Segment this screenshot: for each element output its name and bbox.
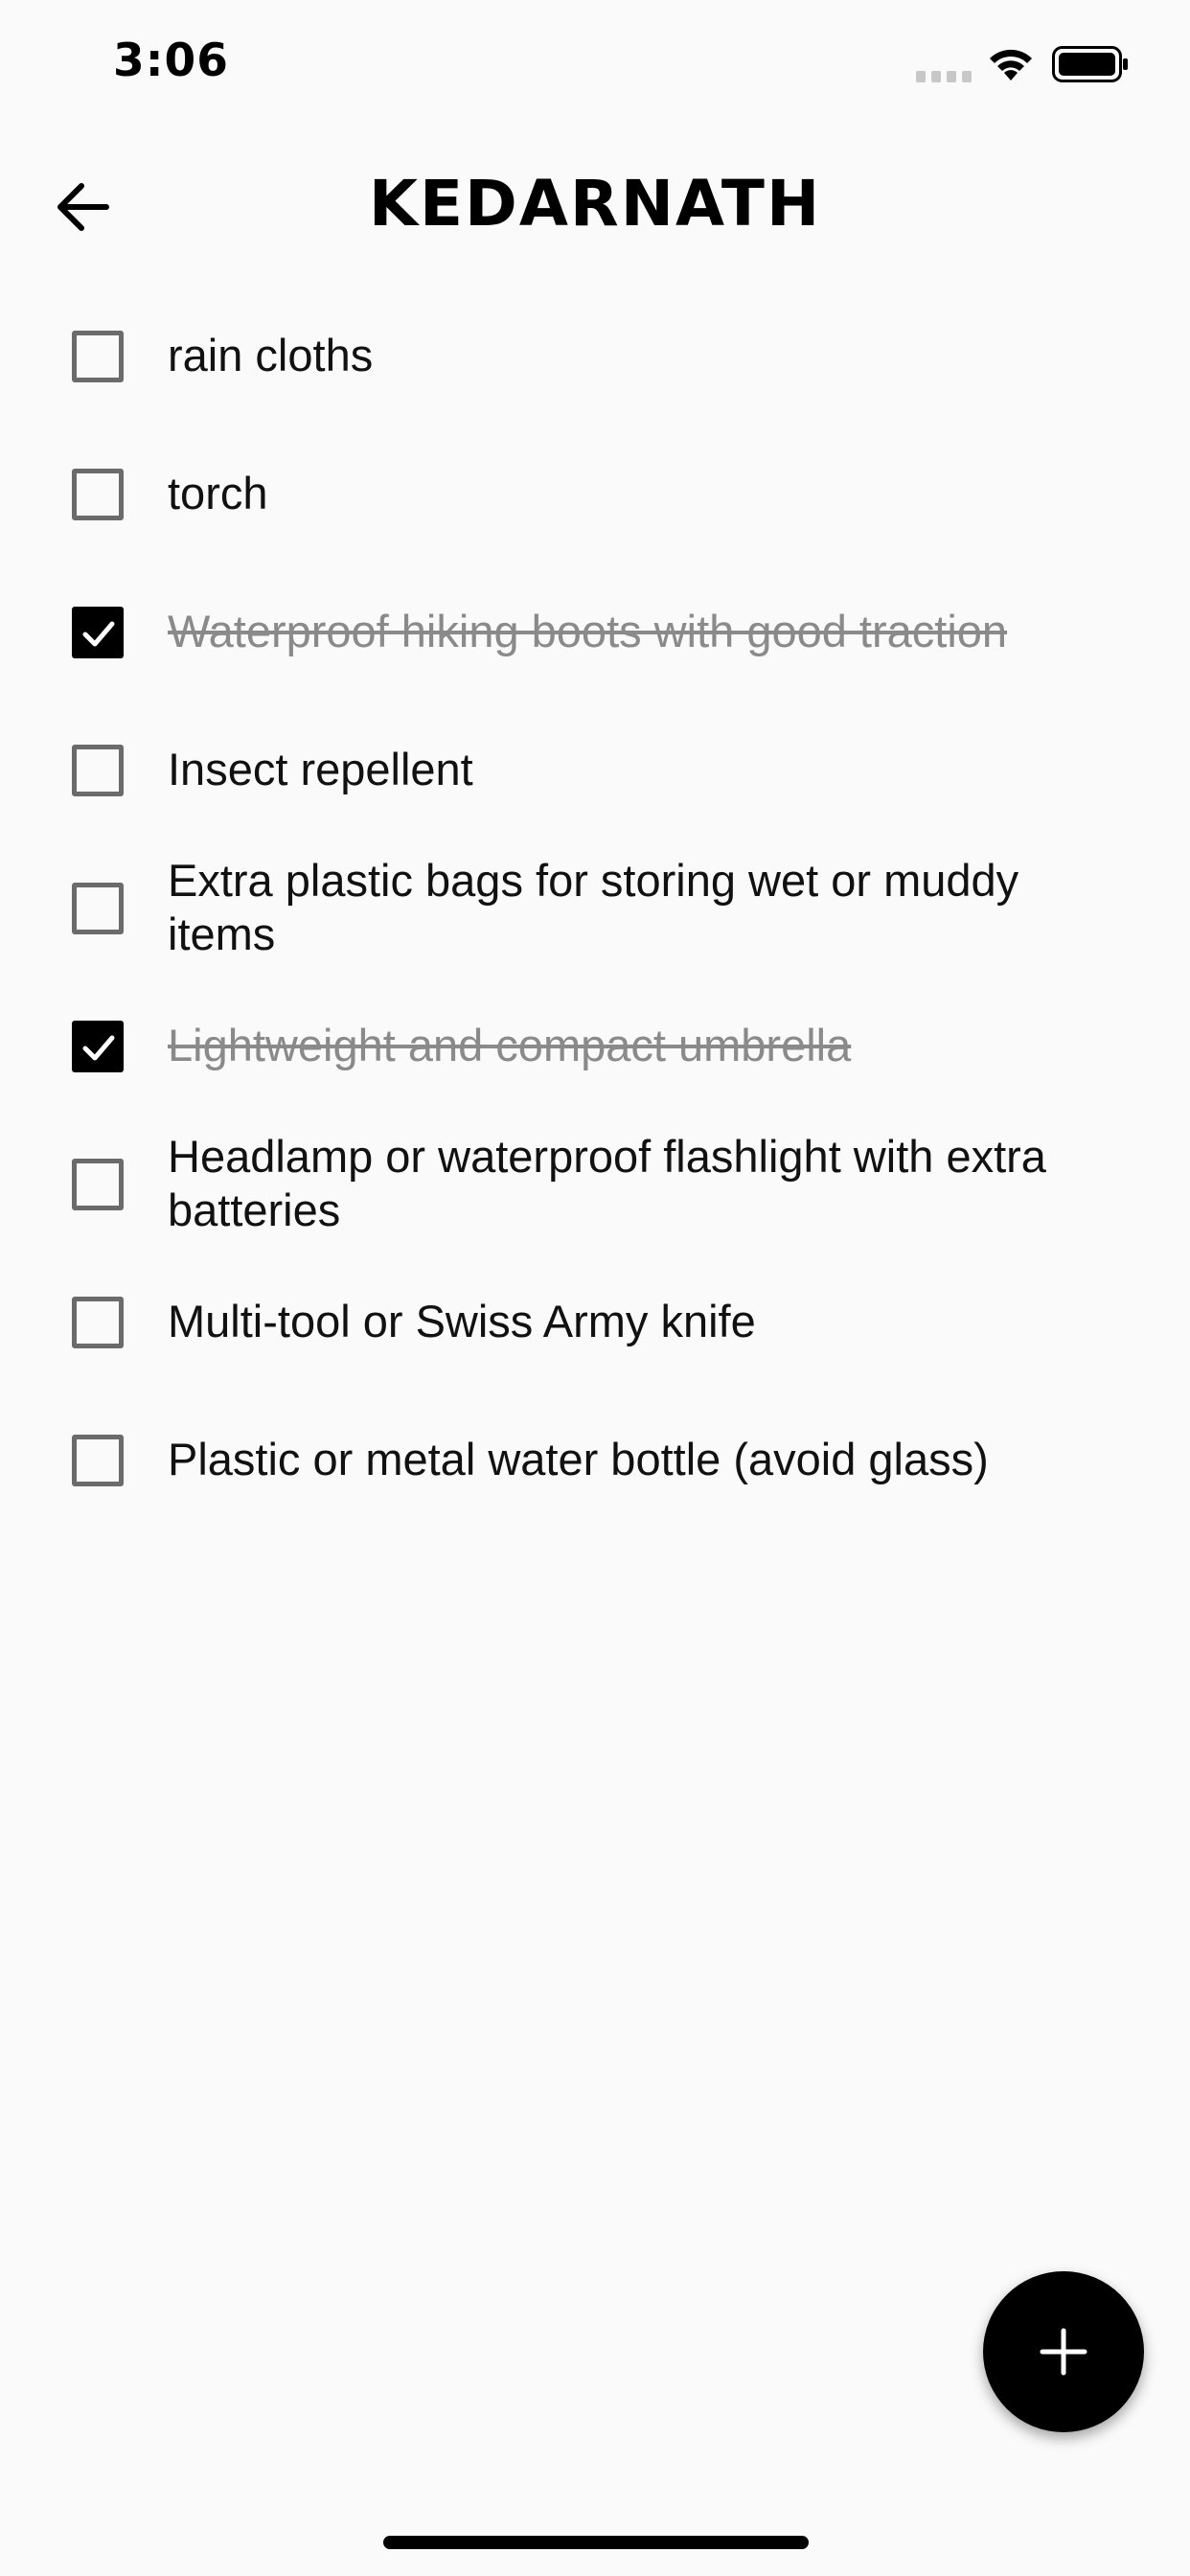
page-title: KEDARNATH bbox=[368, 167, 822, 241]
item-label: rain cloths bbox=[168, 330, 374, 380]
item-label-completed: Lightweight and compact umbrella bbox=[168, 1020, 852, 1070]
status-time: 3:06 bbox=[113, 34, 229, 87]
checklist-screen: 3:06 KEDARNATH rain cloths torch Waterpr… bbox=[0, 0, 1190, 2576]
add-item-button[interactable] bbox=[983, 2271, 1144, 2432]
checkbox-unchecked[interactable] bbox=[72, 1159, 124, 1210]
wifi-icon bbox=[990, 49, 1032, 80]
checkbox-unchecked[interactable] bbox=[72, 469, 124, 520]
item-label: torch bbox=[168, 468, 268, 518]
plus-icon bbox=[1040, 2328, 1087, 2376]
item-label-completed: Waterproof hiking boots with good tracti… bbox=[168, 606, 1008, 656]
checkbox-checked[interactable] bbox=[72, 607, 124, 658]
item-label: Extra plastic bags for storing wet or mu… bbox=[168, 855, 1019, 959]
item-label: Multi-tool or Swiss Army knife bbox=[168, 1296, 756, 1346]
checkbox-checked[interactable] bbox=[72, 1021, 124, 1072]
checkmark-icon bbox=[82, 621, 115, 647]
item-label: Insect repellent bbox=[168, 744, 473, 794]
battery-icon bbox=[1052, 46, 1128, 82]
checkbox-unchecked[interactable] bbox=[72, 331, 124, 382]
app-header: KEDARNATH bbox=[0, 153, 1190, 261]
checkmark-icon bbox=[82, 1035, 115, 1061]
status-bar: 3:06 bbox=[0, 0, 1190, 134]
checkbox-unchecked[interactable] bbox=[72, 745, 124, 796]
checkbox-unchecked[interactable] bbox=[72, 1435, 124, 1486]
item-label: Plastic or metal water bottle (avoid gla… bbox=[168, 1434, 989, 1484]
item-label: Headlamp or waterproof flashlight with e… bbox=[168, 1131, 1046, 1235]
cellular-signal-icon bbox=[916, 71, 972, 82]
home-indicator[interactable] bbox=[383, 2536, 809, 2549]
checkbox-unchecked[interactable] bbox=[72, 1297, 124, 1348]
checkbox-unchecked[interactable] bbox=[72, 883, 124, 934]
